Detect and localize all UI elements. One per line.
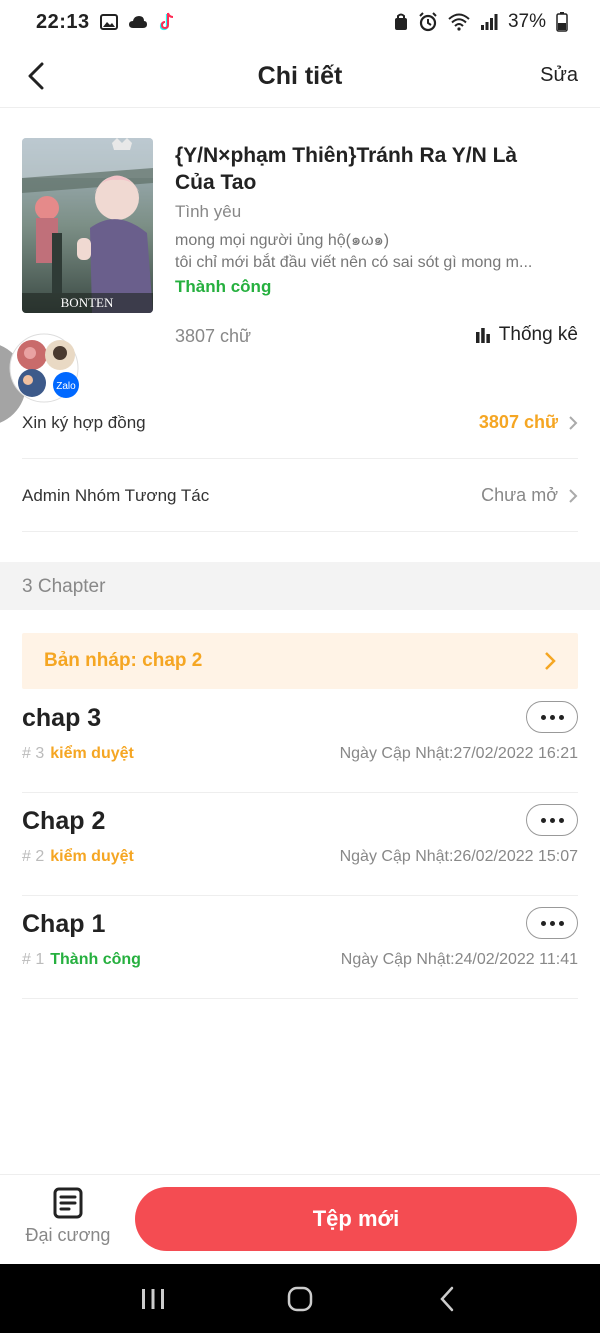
more-options-button[interactable] [526, 907, 578, 939]
chapter-status: kiểm duyệt [50, 745, 134, 762]
admin-group-row[interactable]: Admin Nhóm Tương Tác Chưa mở [22, 460, 578, 532]
home-button[interactable] [270, 1279, 330, 1319]
status-right: 37% [394, 11, 568, 33]
chapter-number: # 3 [22, 745, 45, 762]
more-options-button[interactable] [526, 804, 578, 836]
chapter-meta: # 3 kiểm duyệt [22, 745, 134, 763]
system-back-button[interactable] [417, 1279, 477, 1319]
chapter-section-header: 3 Chapter [0, 562, 600, 610]
chapter-title: Chap 1 [22, 910, 106, 938]
more-options-button[interactable] [526, 701, 578, 733]
system-nav-bar [0, 1264, 600, 1333]
contract-row[interactable]: Xin ký hợp đồng 3807 chữ [22, 387, 578, 459]
bar-chart-icon [475, 328, 490, 343]
chapter-updated-date: Ngày Cập Nhật:26/02/2022 15:07 [339, 848, 578, 865]
home-icon [287, 1286, 313, 1311]
chapter-status: kiểm duyệt [50, 848, 134, 865]
chevron-right-icon [569, 488, 578, 503]
outline-button[interactable]: Đại cương [18, 1187, 118, 1255]
chapter-updated-date: Ngày Cập Nhật:27/02/2022 16:21 [339, 745, 578, 762]
admin-group-label: Admin Nhóm Tương Tác [22, 485, 210, 505]
word-count: 3807 chữ [175, 326, 252, 346]
chapter-meta: # 1 Thành công [22, 951, 141, 969]
admin-group-value: Chưa mở [481, 485, 558, 505]
new-file-button[interactable]: Tệp mới [135, 1187, 577, 1251]
lock-battery-icon [394, 13, 408, 31]
status-left: 22:13 [36, 11, 174, 34]
stats-button[interactable]: Thống kê [475, 324, 578, 346]
draft-banner[interactable]: Bản nháp: chap 2 [22, 633, 578, 689]
recent-apps-button[interactable] [123, 1279, 183, 1319]
page-title: Chi tiết [257, 62, 343, 90]
chapter-status: Thành công [50, 951, 141, 968]
contract-right: 3807 chữ [479, 412, 578, 433]
contract-value: 3807 chữ [478, 412, 558, 432]
recent-apps-icon [142, 1288, 165, 1309]
chapter-updated-date: Ngày Cập Nhật:24/02/2022 11:41 [340, 951, 578, 968]
outline-label: Đại cương [25, 1225, 111, 1245]
chapter-row[interactable]: chap 3 # 3 kiểm duyệt Ngày Cập Nhật:27/0… [22, 690, 578, 793]
image-icon [99, 14, 118, 30]
chevron-right-icon [545, 652, 556, 670]
chevron-right-icon [569, 415, 578, 430]
chapter-title: chap 3 [22, 704, 102, 732]
chapter-row[interactable]: Chap 1 # 1 Thành công Ngày Cập Nhật:24/0… [22, 896, 578, 999]
story-desc-line: mong mọi người ủng hộ(๑ω๑) [175, 232, 390, 249]
edit-button[interactable]: Sửa [540, 64, 578, 87]
back-arrow-icon [439, 1286, 453, 1311]
story-genre: Tình yêu [175, 202, 242, 221]
document-icon [53, 1187, 83, 1219]
story-title: {Y/N×phạm Thiên}Tránh Ra Y/N Là Của Tao [175, 144, 518, 194]
chapter-number: # 2 [22, 848, 45, 865]
wifi-icon [448, 13, 470, 31]
alarm-icon [418, 12, 438, 32]
chapter-meta: # 2 kiểm duyệt [22, 848, 134, 866]
chapter-title: Chap 2 [22, 807, 106, 835]
draft-label: Bản nháp: chap 2 [44, 650, 203, 671]
story-cover[interactable]: BONTEN [22, 138, 153, 313]
story-description: mong mọi người ủng hộ(๑ω๑) tôi chỉ mới b… [175, 230, 575, 274]
header: Chi tiết Sửa [0, 44, 600, 108]
chapter-number: # 1 [22, 951, 45, 968]
contract-label: Xin ký hợp đồng [22, 412, 146, 432]
status-bar: 22:13 37% [0, 0, 600, 44]
story-desc-line: tôi chỉ mới bắt đầu viết nên có sai sót … [175, 254, 533, 271]
admin-group-right: Chưa mở [481, 485, 578, 506]
battery-icon [556, 12, 568, 32]
bottom-action-bar: Đại cương Tệp mới [0, 1174, 600, 1264]
cover-label: BONTEN [61, 295, 114, 310]
stats-label: Thống kê [498, 324, 578, 345]
story-status: Thành công [175, 277, 272, 296]
chapter-row[interactable]: Chap 2 # 2 kiểm duyệt Ngày Cập Nhật:26/0… [22, 793, 578, 896]
chapter-count: 3 Chapter [22, 576, 106, 597]
cloud-icon [128, 15, 148, 29]
signal-icon [480, 13, 498, 31]
status-time: 22:13 [36, 10, 90, 33]
tiktok-icon [158, 12, 174, 32]
battery-percent: 37% [507, 11, 546, 32]
